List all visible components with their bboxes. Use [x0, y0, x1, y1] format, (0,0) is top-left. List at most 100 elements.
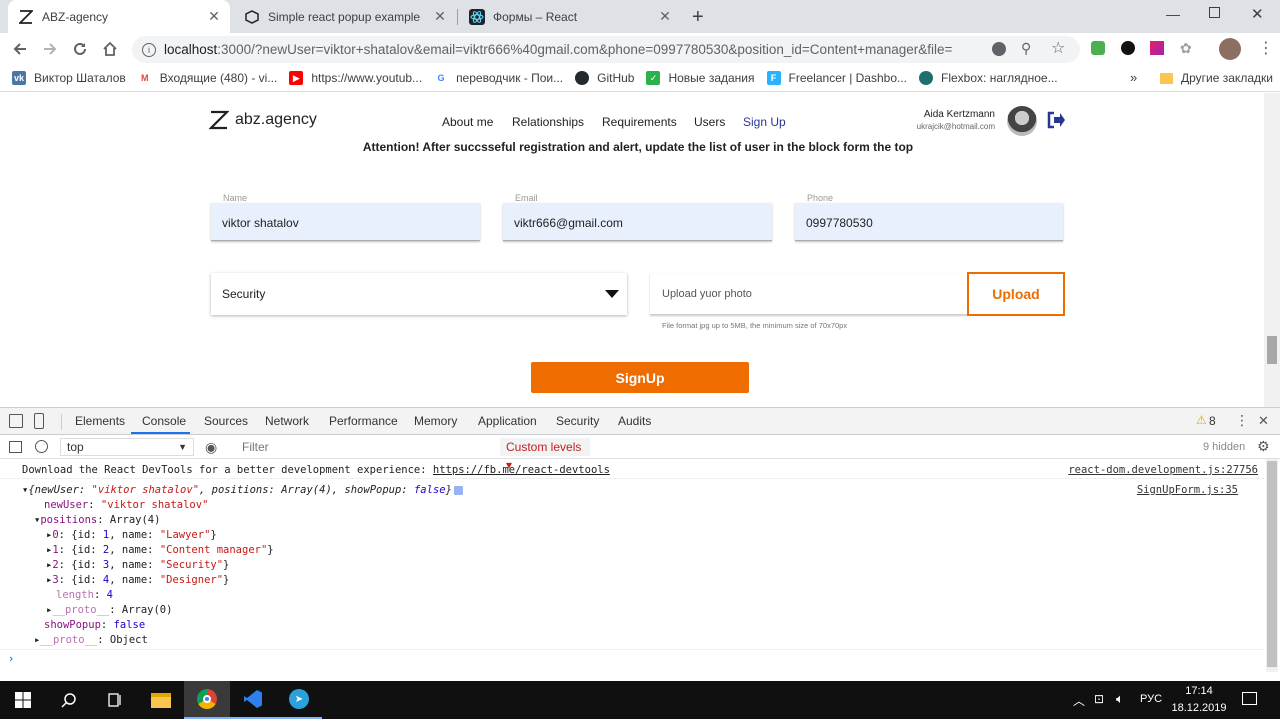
address-bar[interactable]: i localhost:3000/?newUser=viktor+shatalo…: [132, 36, 1080, 63]
nav-users[interactable]: Users: [694, 115, 725, 129]
positions-item[interactable]: ▸2: {id: 3, name: "Security"}: [46, 559, 229, 571]
chrome-icon[interactable]: [184, 681, 230, 719]
telegram-icon[interactable]: ➤: [276, 681, 322, 719]
bookmark-freelancer[interactable]: F Freelancer | Dashbo...: [766, 71, 907, 85]
upload-input[interactable]: Upload yuor photo: [650, 273, 968, 315]
name-field[interactable]: Name viktor shatalov: [211, 193, 480, 241]
tab-security[interactable]: Security: [556, 414, 599, 428]
minimize-icon[interactable]: —: [1166, 6, 1180, 22]
tab-network[interactable]: Network: [265, 414, 309, 428]
window-close-icon[interactable]: ✕: [1251, 5, 1264, 23]
language-indicator[interactable]: РУС: [1140, 693, 1162, 705]
close-icon[interactable]: ✕: [432, 8, 448, 25]
file-explorer-icon[interactable]: [138, 681, 184, 719]
scrollbar-thumb[interactable]: [1267, 336, 1277, 364]
settings-gear-icon[interactable]: ⚙: [1257, 438, 1270, 455]
console-scrollbar[interactable]: [1266, 459, 1278, 672]
clock-time[interactable]: 17:14: [1176, 685, 1222, 697]
info-icon[interactable]: i: [142, 42, 156, 57]
bookmarks-more-icon[interactable]: »: [1130, 70, 1137, 85]
blocked-cookies-icon[interactable]: [992, 42, 1006, 56]
extension-square-icon[interactable]: [1150, 41, 1164, 55]
bookmark-vk[interactable]: vk Виктор Шаталов: [12, 71, 126, 85]
devtools-menu-icon[interactable]: ⋮: [1235, 412, 1249, 429]
nav-about-me[interactable]: About me: [442, 115, 493, 129]
extension-circle-icon[interactable]: [1121, 41, 1135, 55]
log-levels-dropdown[interactable]: Custom levels ▾: [500, 438, 590, 472]
console-scrollbar-thumb[interactable]: [1267, 461, 1277, 667]
position-select[interactable]: Security: [211, 273, 627, 315]
home-icon[interactable]: [98, 37, 122, 61]
tab-performance[interactable]: Performance: [329, 414, 398, 428]
positions-item[interactable]: ▸1: {id: 2, name: "Content manager"}: [46, 544, 274, 556]
email-field[interactable]: Email viktr666@gmail.com: [503, 193, 772, 241]
task-view-icon[interactable]: [92, 681, 138, 719]
extension-puzzle-icon[interactable]: ✿: [1180, 40, 1192, 57]
extension-node-icon[interactable]: [1091, 41, 1105, 55]
device-toggle-icon[interactable]: [34, 413, 44, 429]
tray-up-arrow-icon[interactable]: ︿: [1073, 692, 1085, 709]
windows-start-icon[interactable]: [0, 681, 46, 719]
positions-item[interactable]: ▸0: {id: 1, name: "Lawyer"}: [46, 529, 217, 541]
console-object-row[interactable]: ▾{newUser: "viktor shatalov", positions:…: [22, 484, 452, 496]
nav-sign-up[interactable]: Sign Up: [743, 115, 786, 129]
search-icon[interactable]: [46, 681, 92, 719]
tab-simple-popup[interactable]: Simple react popup example ✕: [234, 0, 456, 33]
logout-icon[interactable]: [1046, 111, 1066, 132]
source-link[interactable]: SignUpForm.js:35: [1137, 484, 1238, 496]
clock-date[interactable]: 18.12.2019: [1170, 702, 1228, 714]
react-devtools-link[interactable]: https://fb.me/react-devtools: [433, 464, 610, 476]
back-icon[interactable]: [8, 37, 32, 61]
tab-react-forms[interactable]: Формы – React ✕: [459, 0, 681, 33]
sidebar-toggle-icon[interactable]: [9, 441, 22, 453]
expand-arrow-icon[interactable]: ▾: [22, 484, 28, 496]
new-tab-icon[interactable]: +: [692, 6, 704, 29]
vscode-icon[interactable]: [230, 681, 276, 719]
bookmark-tasks[interactable]: ✓ Новые задания: [646, 71, 755, 85]
bookmark-gmail[interactable]: M Входящие (480) - vi...: [137, 71, 277, 85]
close-icon[interactable]: ✕: [206, 8, 222, 25]
bookmark-youtube[interactable]: ▶ https://www.youtub...: [289, 71, 422, 85]
console-prompt[interactable]: ›: [8, 653, 14, 665]
volume-icon[interactable]: 🔈︎: [1116, 691, 1124, 707]
inspect-element-icon[interactable]: [9, 414, 23, 428]
context-select[interactable]: top ▼: [60, 438, 194, 456]
prop-positions[interactable]: ▾positions: Array(4): [34, 514, 160, 526]
page-scrollbar[interactable]: [1264, 93, 1280, 407]
bookmark-star-icon[interactable]: ☆: [1051, 38, 1065, 58]
phone-field[interactable]: Phone 0997780530: [795, 193, 1063, 241]
close-icon[interactable]: ✕: [657, 8, 673, 25]
bookmark-github[interactable]: GitHub: [575, 71, 634, 85]
console-filter-input[interactable]: [236, 438, 500, 456]
bookmark-translate[interactable]: Gпереводчик - Пои...: [434, 71, 563, 85]
profile-avatar-icon[interactable]: [1219, 38, 1241, 60]
signup-button[interactable]: SignUp: [531, 362, 749, 393]
source-link[interactable]: react-dom.development.js:27756: [1068, 464, 1258, 476]
other-bookmarks[interactable]: Другие закладки: [1160, 71, 1273, 85]
forward-icon[interactable]: [38, 37, 62, 61]
tab-sources[interactable]: Sources: [204, 414, 248, 428]
warning-icon[interactable]: ⚠: [1196, 413, 1207, 427]
clear-console-icon[interactable]: [35, 440, 48, 453]
nav-relationships[interactable]: Relationships: [512, 115, 584, 129]
site-logo[interactable]: abz.agency: [209, 110, 317, 130]
menu-dots-icon[interactable]: ⋮: [1258, 38, 1274, 58]
tab-console[interactable]: Console: [142, 414, 186, 428]
tab-memory[interactable]: Memory: [414, 414, 457, 428]
positions-proto[interactable]: ▸__proto__: Array(0): [46, 604, 172, 616]
tab-abz-agency[interactable]: ABZ-agency ✕: [8, 0, 230, 33]
nav-requirements[interactable]: Requirements: [602, 115, 677, 129]
tab-audits[interactable]: Audits: [618, 414, 651, 428]
devtools-close-icon[interactable]: ✕: [1258, 413, 1269, 429]
zoom-icon[interactable]: ⚲: [1021, 40, 1031, 57]
positions-item[interactable]: ▸3: {id: 4, name: "Designer"}: [46, 574, 229, 586]
maximize-icon[interactable]: [1209, 7, 1220, 18]
bookmark-flexbox[interactable]: Flexbox: наглядное...: [919, 71, 1058, 85]
upload-button[interactable]: Upload: [967, 272, 1065, 316]
notifications-icon[interactable]: [1242, 692, 1257, 705]
reload-icon[interactable]: [68, 37, 92, 61]
tab-elements[interactable]: Elements: [75, 414, 125, 428]
object-proto[interactable]: ▸__proto__: Object: [34, 634, 148, 646]
eye-icon[interactable]: ◉: [205, 439, 217, 456]
tab-application[interactable]: Application: [478, 414, 537, 428]
